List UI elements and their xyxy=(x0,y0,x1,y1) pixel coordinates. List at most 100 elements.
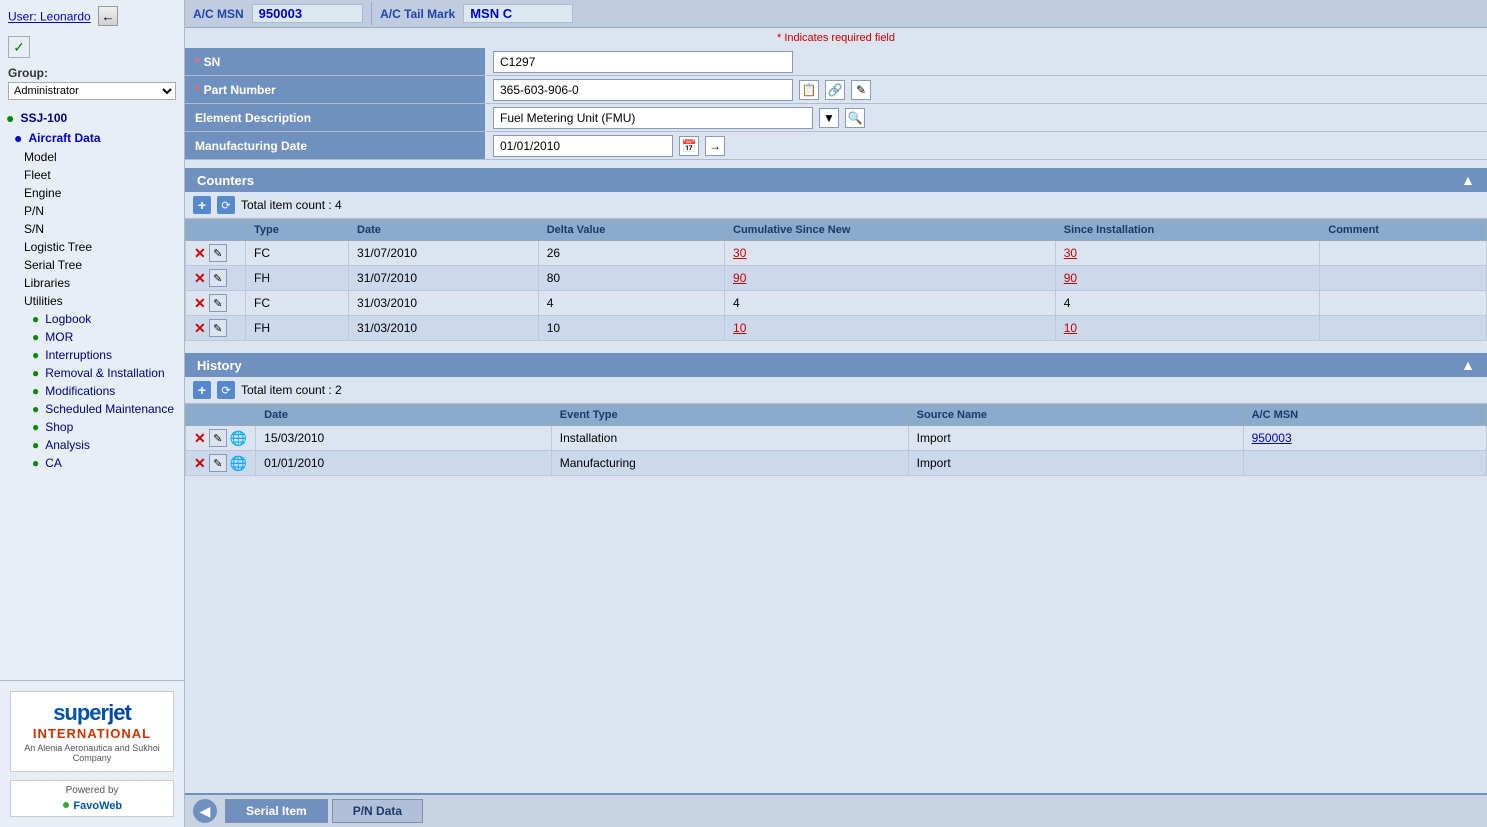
history-col-source-name: Source Name xyxy=(908,405,1243,426)
globe-icon: 🌐 xyxy=(230,430,247,447)
superjet-logo: superjet xyxy=(19,700,165,726)
counter-date: 31/03/2010 xyxy=(349,316,539,341)
sidebar-item-modifications[interactable]: ● Modifications xyxy=(0,382,184,400)
edit-button[interactable]: ✎ xyxy=(209,294,227,312)
counter-delta: 26 xyxy=(538,241,724,266)
element-description-select-button[interactable]: ▼ xyxy=(819,108,839,128)
counters-collapse-button[interactable]: ▲ xyxy=(1461,172,1475,188)
sidebar-item-logbook[interactable]: ● Logbook xyxy=(0,310,184,328)
delete-button[interactable]: ✕ xyxy=(194,245,206,262)
back-navigation-button[interactable]: ◀ xyxy=(193,799,217,823)
history-date: 15/03/2010 xyxy=(256,426,552,451)
counter-delta: 80 xyxy=(538,266,724,291)
counters-section-header: Counters ▲ xyxy=(185,168,1487,192)
ac-tail-mark-label: A/C Tail Mark xyxy=(380,7,455,21)
sidebar-item-engine[interactable]: Engine xyxy=(0,184,184,202)
delete-button[interactable]: ✕ xyxy=(194,270,206,287)
sidebar-item-aircraft-data[interactable]: ● Aircraft Data xyxy=(0,128,184,148)
part-number-edit-button[interactable]: ✎ xyxy=(851,80,871,100)
part-number-row: * Part Number 📋 🔗 ✎ xyxy=(185,76,1487,104)
element-description-label: Element Description xyxy=(185,104,485,131)
international-label: INTERNATIONAL xyxy=(19,726,165,741)
user-label[interactable]: User: Leonardo xyxy=(8,10,91,24)
sidebar-item-scheduled-maintenance[interactable]: ● Scheduled Maintenance xyxy=(0,400,184,418)
form-area: * SN * Part Number 📋 🔗 ✎ xyxy=(185,48,1487,793)
tab-serial-item[interactable]: Serial Item xyxy=(225,799,328,823)
ac-msn-label: A/C MSN xyxy=(193,7,244,21)
delete-button[interactable]: ✕ xyxy=(194,455,206,472)
sidebar-item-ssj100[interactable]: ● SSJ-100 xyxy=(0,108,184,128)
manufacturing-date-input[interactable] xyxy=(493,135,673,157)
sidebar-item-shop[interactable]: ● Shop xyxy=(0,418,184,436)
history-source-name: Import xyxy=(908,426,1243,451)
tab-pn-data[interactable]: P/N Data xyxy=(332,799,423,823)
sidebar-item-ca[interactable]: ● CA xyxy=(0,454,184,472)
history-section-header: History ▲ xyxy=(185,353,1487,377)
edit-button[interactable]: ✎ xyxy=(209,454,227,472)
delete-button[interactable]: ✕ xyxy=(194,295,206,312)
history-total-count: Total item count : 2 xyxy=(241,383,342,397)
edit-button[interactable]: ✎ xyxy=(209,244,227,262)
sn-input[interactable] xyxy=(493,51,793,73)
counter-since-install: 4 xyxy=(1055,291,1320,316)
sidebar-item-libraries[interactable]: Libraries xyxy=(0,274,184,292)
sidebar-item-analysis[interactable]: ● Analysis xyxy=(0,436,184,454)
globe-icon: 🌐 xyxy=(230,455,247,472)
calendar-button[interactable]: 📅 xyxy=(679,136,699,156)
part-number-link-button[interactable]: 🔗 xyxy=(825,80,845,100)
sidebar-item-utilities[interactable]: Utilities xyxy=(0,292,184,310)
manufacturing-date-value-area: 📅 → xyxy=(485,132,1487,159)
sidebar-item-mor[interactable]: ● MOR xyxy=(0,328,184,346)
ac-tail-mark-field: A/C Tail Mark MSN C xyxy=(372,0,581,27)
counter-date: 31/03/2010 xyxy=(349,291,539,316)
history-add-button[interactable]: + xyxy=(193,381,211,399)
counters-col-comment: Comment xyxy=(1320,220,1487,241)
sidebar-item-pn[interactable]: P/N xyxy=(0,202,184,220)
sidebar-item-fleet[interactable]: Fleet xyxy=(0,166,184,184)
nav-tree: ● SSJ-100 ● Aircraft Data Model Fleet En… xyxy=(0,106,184,474)
counters-add-button[interactable]: + xyxy=(193,196,211,214)
logo-area: superjet INTERNATIONAL An Alenia Aeronau… xyxy=(0,680,184,827)
counter-comment xyxy=(1320,241,1487,266)
shop-dot-icon: ● xyxy=(32,420,39,434)
history-refresh-button[interactable]: ⟳ xyxy=(217,381,235,399)
part-number-input[interactable] xyxy=(493,79,793,101)
sidebar-item-logistic-tree[interactable]: Logistic Tree xyxy=(0,238,184,256)
ca-dot-icon: ● xyxy=(32,456,39,470)
counter-date: 31/07/2010 xyxy=(349,266,539,291)
delete-button[interactable]: ✕ xyxy=(194,430,206,447)
sn-row: * SN xyxy=(185,48,1487,76)
element-description-search-button[interactable]: 🔍 xyxy=(845,108,865,128)
sidebar-item-interruptions[interactable]: ● Interruptions xyxy=(0,346,184,364)
favoweb-label: ● FavoWeb xyxy=(62,800,122,812)
delete-button[interactable]: ✕ xyxy=(194,320,206,337)
date-arrow-button[interactable]: → xyxy=(705,136,725,156)
group-label: Group: xyxy=(0,62,184,82)
counter-date: 31/07/2010 xyxy=(349,241,539,266)
sn-value-area xyxy=(485,48,1487,75)
main-content: A/C MSN 950003 A/C Tail Mark MSN C * Ind… xyxy=(185,0,1487,827)
scheduled-maintenance-dot-icon: ● xyxy=(32,402,39,416)
part-number-copy-button[interactable]: 📋 xyxy=(799,80,819,100)
sidebar-item-serial-tree[interactable]: Serial Tree xyxy=(0,256,184,274)
group-select[interactable]: Administrator xyxy=(8,82,176,100)
sidebar-item-removal-installation[interactable]: ● Removal & Installation xyxy=(0,364,184,382)
counter-comment xyxy=(1320,316,1487,341)
edit-button[interactable]: ✎ xyxy=(209,319,227,337)
edit-button[interactable]: ✎ xyxy=(209,269,227,287)
sidebar-item-model[interactable]: Model xyxy=(0,148,184,166)
history-col-event-type: Event Type xyxy=(551,405,908,426)
element-description-input[interactable] xyxy=(493,107,813,129)
manufacturing-date-row: Manufacturing Date 📅 → xyxy=(185,132,1487,160)
ac-msn-field: A/C MSN 950003 xyxy=(185,0,371,27)
row-actions: ✕ ✎ xyxy=(186,266,246,291)
counter-comment xyxy=(1320,291,1487,316)
counters-table: Type Date Delta Value Cumulative Since N… xyxy=(185,219,1487,341)
edit-button[interactable]: ✎ xyxy=(209,429,227,447)
counters-refresh-button[interactable]: ⟳ xyxy=(217,196,235,214)
back-arrow-button[interactable]: ← xyxy=(98,6,118,26)
logo-sub-label: An Alenia Aeronautica and Sukhoi Company xyxy=(19,743,165,763)
sidebar-item-sn[interactable]: S/N xyxy=(0,220,184,238)
history-toolbar: + ⟳ Total item count : 2 xyxy=(185,377,1487,404)
history-collapse-button[interactable]: ▲ xyxy=(1461,357,1475,373)
